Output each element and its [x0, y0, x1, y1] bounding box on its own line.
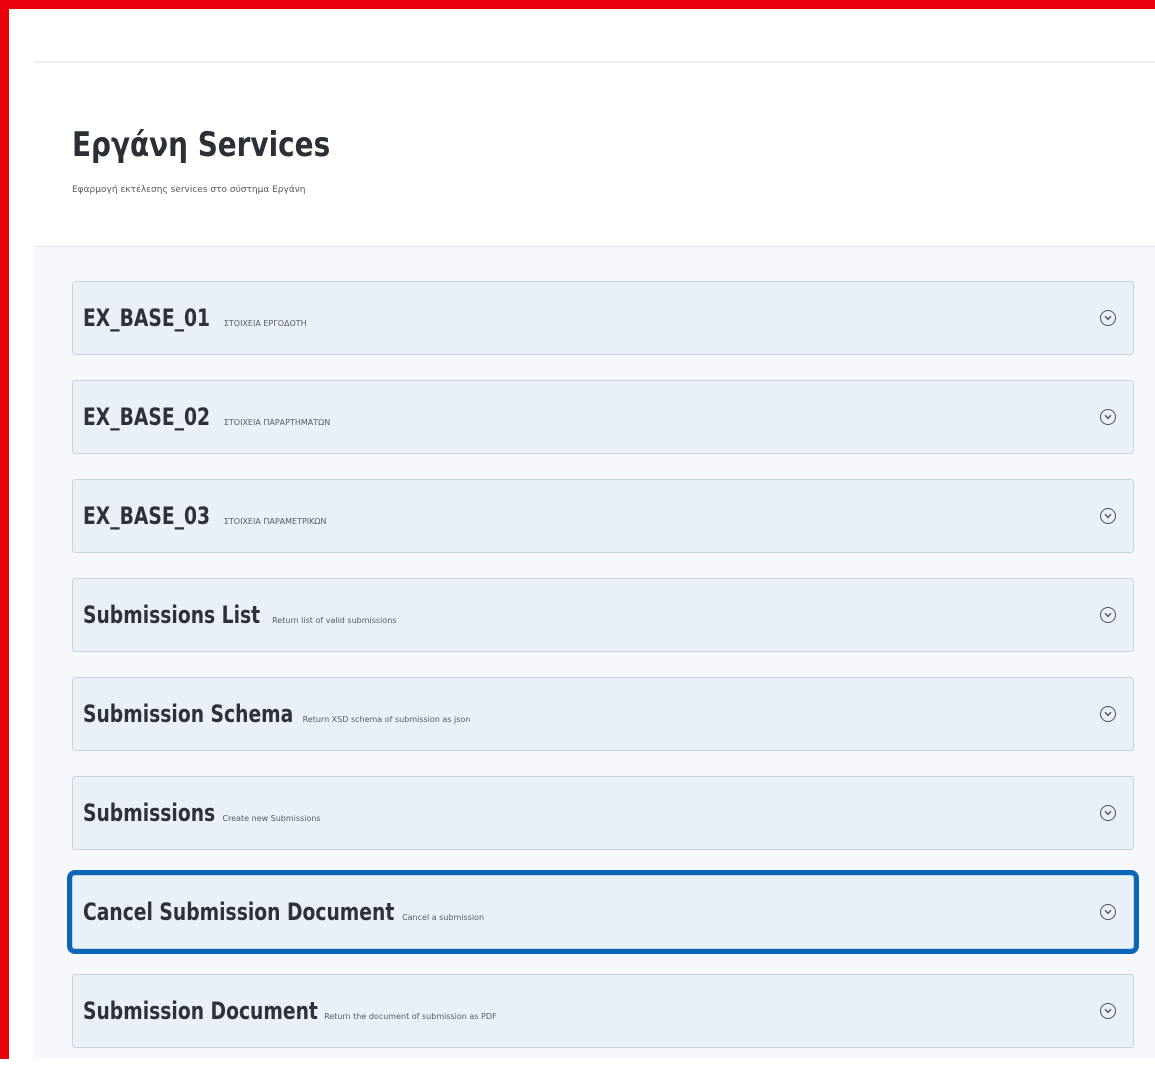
page-header: Εργάνη Services Εφαρμογή εκτέλεσης servi…: [72, 125, 387, 195]
operation-cancel-submission-document[interactable]: Cancel Submission Document Cancel a subm…: [72, 875, 1134, 949]
top-divider: [34, 61, 1155, 63]
operation-ex-base-03[interactable]: EX_BASE_03 ΣΤΟΙΧΕΙΑ ΠΑΡΑΜΕΤΡΙΚΩΝ: [72, 479, 1134, 553]
chevron-circle-down-icon[interactable]: [1100, 310, 1116, 326]
operation-name: EX_BASE_02: [83, 403, 210, 431]
page-title: Εργάνη Services: [72, 125, 330, 165]
operation-description: Cancel a submission: [402, 913, 484, 922]
operation-submissions[interactable]: Submissions Create new Submissions: [72, 776, 1134, 850]
chevron-circle-down-icon[interactable]: [1100, 409, 1116, 425]
operation-submission-document[interactable]: Submission Document Return the document …: [72, 974, 1134, 1048]
operation-description: Return list of valid submissions: [272, 616, 396, 625]
operation-ex-base-02[interactable]: EX_BASE_02 ΣΤΟΙΧΕΙΑ ΠΑΡΑΡΤΗΜΑΤΩΝ: [72, 380, 1134, 454]
page-subtitle: Εφαρμογή εκτέλεσης services στο σύστημα …: [72, 185, 387, 195]
chevron-circle-down-icon[interactable]: [1100, 607, 1116, 623]
operation-header: Submission Document Return the document …: [83, 997, 497, 1025]
chevron-circle-down-icon[interactable]: [1100, 904, 1116, 920]
operation-name: Submission Schema: [83, 700, 293, 728]
operation-description: Return XSD schema of submission as json: [303, 715, 471, 724]
operation-header: Submissions Create new Submissions: [83, 799, 321, 827]
operation-header: EX_BASE_02 ΣΤΟΙΧΕΙΑ ΠΑΡΑΡΤΗΜΑΤΩΝ: [83, 403, 330, 431]
chevron-circle-down-icon[interactable]: [1100, 706, 1116, 722]
operation-description: Return the document of submission as PDF: [324, 1012, 497, 1021]
operation-name: EX_BASE_03: [83, 502, 210, 530]
operation-header: Submissions List Return list of valid su…: [83, 601, 396, 629]
operation-description: ΣΤΟΙΧΕΙΑ ΠΑΡΑΡΤΗΜΑΤΩΝ: [224, 418, 330, 427]
operation-description: Create new Submissions: [222, 814, 320, 823]
operation-description: ΣΤΟΙΧΕΙΑ ΠΑΡΑΜΕΤΡΙΚΩΝ: [224, 517, 327, 526]
operations-list: EX_BASE_01 ΣΤΟΙΧΕΙΑ ΕΡΓΟΔΟΤΗ EX_BASE_02 …: [72, 281, 1134, 1073]
operation-submission-schema[interactable]: Submission Schema Return XSD schema of s…: [72, 677, 1134, 751]
operation-header: EX_BASE_03 ΣΤΟΙΧΕΙΑ ΠΑΡΑΜΕΤΡΙΚΩΝ: [83, 502, 327, 530]
operation-ex-base-01[interactable]: EX_BASE_01 ΣΤΟΙΧΕΙΑ ΕΡΓΟΔΟΤΗ: [72, 281, 1134, 355]
operation-name: Submissions: [83, 799, 215, 827]
operation-name: EX_BASE_01: [83, 304, 210, 332]
chevron-circle-down-icon[interactable]: [1100, 1003, 1116, 1019]
operation-name: Cancel Submission Document: [83, 898, 394, 926]
operation-name: Submissions List: [83, 601, 260, 629]
operation-header: Submission Schema Return XSD schema of s…: [83, 700, 470, 728]
chevron-circle-down-icon[interactable]: [1100, 508, 1116, 524]
operation-description: ΣΤΟΙΧΕΙΑ ΕΡΓΟΔΟΤΗ: [224, 319, 307, 328]
operation-header: Cancel Submission Document Cancel a subm…: [83, 898, 484, 926]
operation-header: EX_BASE_01 ΣΤΟΙΧΕΙΑ ΕΡΓΟΔΟΤΗ: [83, 304, 307, 332]
operation-submissions-list[interactable]: Submissions List Return list of valid su…: [72, 578, 1134, 652]
chevron-circle-down-icon[interactable]: [1100, 805, 1116, 821]
operation-name: Submission Document: [83, 997, 318, 1025]
